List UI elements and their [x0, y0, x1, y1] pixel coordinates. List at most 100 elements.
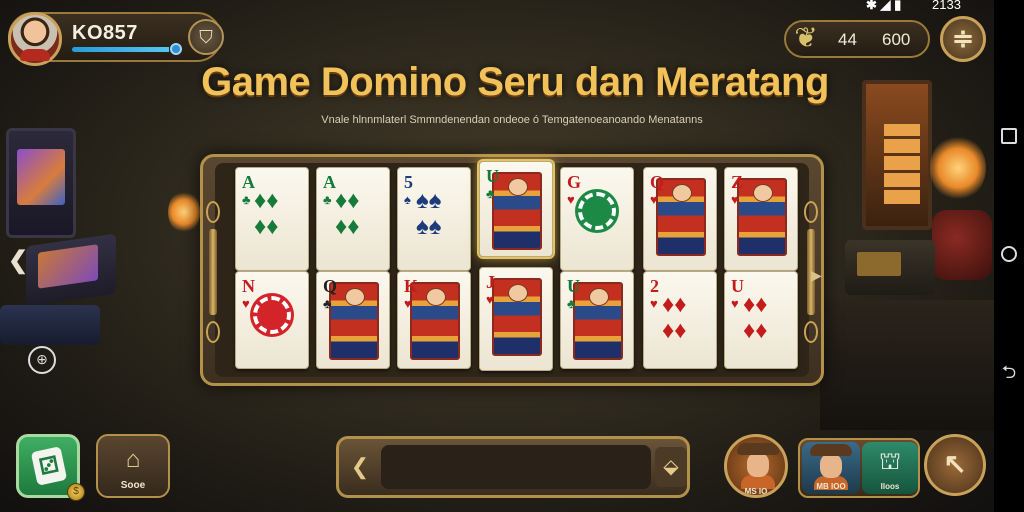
- card-rank: A: [323, 172, 336, 192]
- chat-bar[interactable]: ❮ ⬙: [336, 436, 690, 498]
- playing-card-bottom[interactable]: N ♥: [235, 271, 309, 369]
- board-ornament-left: [205, 197, 221, 347]
- chat-input[interactable]: [381, 445, 651, 489]
- menu-icon: ≑: [952, 23, 974, 53]
- playing-card-bottom[interactable]: Q ♣: [316, 271, 390, 369]
- playing-card-bottom[interactable]: U ♣: [560, 271, 634, 369]
- card-suit-icon: ♥: [650, 192, 658, 207]
- card-rank: Q: [650, 172, 665, 192]
- scroll-right-icon[interactable]: ▶: [811, 267, 822, 284]
- currency-display[interactable]: ❦ 44 600: [784, 20, 930, 58]
- menu-button[interactable]: ≑: [940, 16, 986, 62]
- character-portrait: [737, 443, 779, 489]
- xp-level-badge: [170, 43, 182, 55]
- face-card-art: [492, 278, 542, 356]
- friends-button[interactable]: MB IOO: [802, 442, 860, 494]
- xp-progress-fill: [72, 47, 170, 52]
- page-subtitle: Vnale hlnnmlaterl Smmndenendan ondeoe ó …: [321, 114, 703, 126]
- status-icons: ✱ ◢ ▮: [866, 0, 902, 12]
- xp-progress-bar: [72, 47, 180, 52]
- card-suit-icon: ♣: [323, 192, 332, 207]
- exit-icon: ↖: [943, 448, 967, 479]
- game-scene: ✱ ◢ ▮ 2133 KO857 ⛉ ❦ 44 600 ≑ Game Domin…: [0, 0, 994, 512]
- card-suit-icon: ♥: [486, 292, 494, 307]
- card-rank: N: [242, 276, 255, 296]
- suit-pips-icon: ♦♦ ♦♦: [743, 291, 768, 344]
- card-rank: 2: [650, 276, 659, 296]
- domino-play-button[interactable]: ⚂ $: [16, 434, 85, 501]
- currency-value-b: 600: [882, 30, 911, 49]
- playing-card-bottom[interactable]: ♦♦ ♦♦ 2 ♥: [643, 271, 717, 369]
- emote-left-icon[interactable]: ❮: [345, 449, 375, 485]
- coin-icon: $: [67, 483, 85, 501]
- game-board: ▶ ♦♦ ♦♦ A ♣ N ♥ ♦♦ ♦♦ A ♣ Q ♣ ♠♠ ♠♠ 5 ♠ K ♥ U ♣ J ♥ G ♥ U ♣ Q ♥ ♦…: [200, 154, 824, 386]
- system-nav-bar: ⮌: [994, 0, 1024, 512]
- card-suit-icon: ♥: [650, 296, 658, 311]
- bag-button[interactable]: ⛫ Iloos: [862, 442, 918, 494]
- card-suit-icon: ♥: [567, 192, 575, 207]
- suit-pips-icon: ♦♦ ♦♦: [662, 291, 687, 344]
- back-button[interactable]: ⮌: [1001, 363, 1017, 381]
- playing-card-top[interactable]: Z ♥: [724, 167, 798, 271]
- suit-pips-icon: ♦♦ ♦♦: [254, 187, 279, 240]
- playing-card-top[interactable]: G ♥: [560, 167, 634, 271]
- send-icon[interactable]: ⬙: [655, 447, 687, 487]
- recents-button[interactable]: [1001, 128, 1017, 144]
- playing-card-top[interactable]: Q ♥: [643, 167, 717, 271]
- currency-value-a: 44: [838, 30, 857, 49]
- card-rank: K: [404, 276, 419, 296]
- card-suit-icon: ♠: [404, 192, 411, 207]
- card-rank: Q: [323, 276, 338, 296]
- face-card-art: [573, 282, 623, 360]
- shop-button[interactable]: ⌂ Sooe: [96, 434, 170, 498]
- card-rank: 5: [404, 172, 413, 192]
- background-telephone: [932, 210, 992, 280]
- card-suit-icon: ♥: [242, 296, 250, 311]
- playing-card-top[interactable]: ♠♠ ♠♠ 5 ♠: [397, 167, 471, 271]
- background-lamp: [168, 190, 200, 234]
- card-suit-icon: ♣: [242, 192, 251, 207]
- card-rank: Z: [731, 172, 744, 192]
- dice-icon: ⚂: [30, 446, 68, 486]
- poker-chip-icon: [578, 192, 616, 230]
- playing-card-top[interactable]: ♦♦ ♦♦ A ♣: [235, 167, 309, 271]
- player-name: KO857: [72, 22, 138, 44]
- jester-art: [492, 172, 542, 250]
- leaf-icon: ❦: [794, 22, 818, 53]
- playing-card-bottom[interactable]: J ♥: [479, 267, 553, 371]
- playing-card-bottom[interactable]: K ♥: [397, 271, 471, 369]
- bell-icon: ⛉: [199, 27, 213, 47]
- playing-card-bottom[interactable]: ♦♦ ♦♦ U ♥: [724, 271, 798, 369]
- playing-card-top[interactable]: U ♣: [479, 161, 553, 257]
- character-button[interactable]: MS IO: [724, 434, 788, 498]
- player-profile[interactable]: KO857 ⛉: [8, 12, 224, 66]
- background-arcade-screen: [26, 233, 116, 307]
- next-button[interactable]: ↖: [924, 434, 986, 496]
- card-suit-icon: ♥: [731, 192, 739, 207]
- player-avatar[interactable]: [8, 12, 62, 66]
- compass-button[interactable]: ⊕: [28, 346, 56, 374]
- friends-group[interactable]: MB IOO ⛫ Iloos: [798, 438, 920, 498]
- previous-arrow-icon[interactable]: ❮: [8, 246, 28, 275]
- background-lamp: [930, 135, 986, 201]
- card-rank: A: [242, 172, 255, 192]
- background-keyboard: [0, 305, 100, 345]
- card-rank: G: [567, 172, 582, 192]
- suit-pips-icon: ♦♦ ♦♦: [335, 187, 360, 240]
- page-title: Game Domino Seru dan Meratang: [201, 60, 829, 104]
- poker-chip-icon: [253, 296, 291, 334]
- notification-button[interactable]: ⛉: [188, 19, 224, 55]
- card-rank: U: [486, 166, 499, 186]
- status-time: 2133: [932, 0, 961, 12]
- face-card-art: [737, 178, 787, 256]
- card-rank: J: [486, 272, 495, 292]
- suit-pips-icon: ♠♠ ♠♠: [416, 187, 442, 240]
- card-suit-icon: ♥: [731, 296, 739, 311]
- home-button[interactable]: [1001, 246, 1017, 262]
- shop-icon: ⌂: [125, 446, 141, 473]
- card-suit-icon: ♣: [323, 296, 332, 311]
- playing-card-top[interactable]: ♦♦ ♦♦ A ♣: [316, 167, 390, 271]
- friend-portrait: [810, 444, 852, 490]
- bag-icon: ⛫: [878, 448, 902, 475]
- card-suit-icon: ♣: [486, 186, 495, 201]
